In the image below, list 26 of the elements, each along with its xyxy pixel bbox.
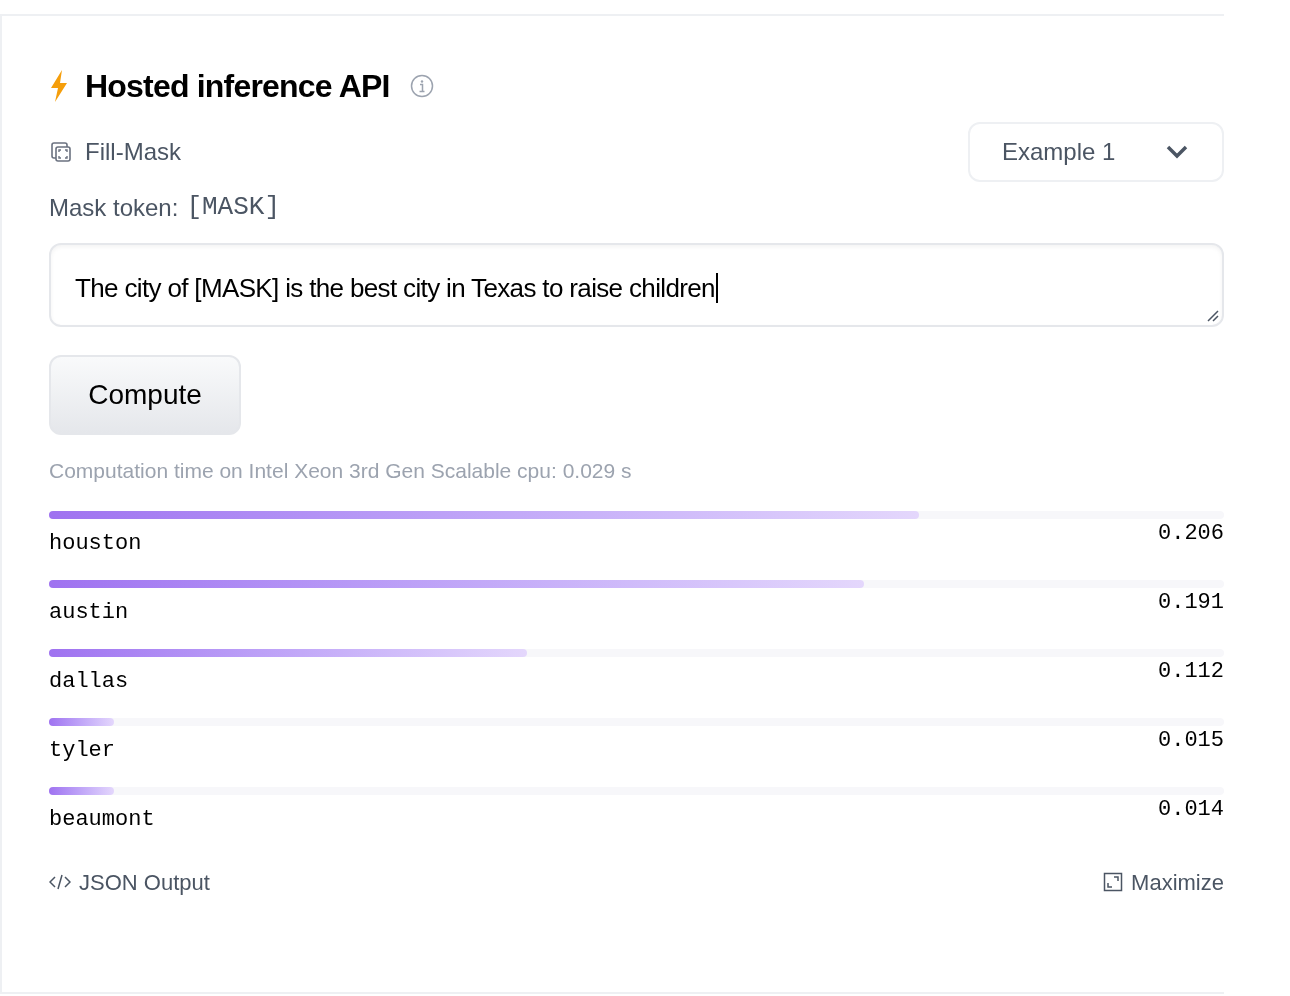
- compute-button[interactable]: Compute: [49, 355, 241, 435]
- resize-handle-icon[interactable]: [1206, 309, 1220, 323]
- lightning-icon: [49, 70, 69, 102]
- code-icon: [49, 874, 71, 890]
- section-title: Hosted inference API: [85, 67, 390, 106]
- result-label: dallas: [49, 667, 129, 696]
- mask-token: [MASK]: [186, 191, 280, 224]
- result-score: 0.206: [1158, 519, 1224, 548]
- mask-token-label: Mask token:: [49, 192, 179, 223]
- maximize-icon: [1103, 872, 1124, 892]
- examples-dropdown[interactable]: Example 1: [968, 122, 1224, 182]
- result-score: 0.015: [1158, 726, 1224, 755]
- chevron-down-icon: [1166, 145, 1188, 159]
- result-score: 0.112: [1158, 657, 1224, 686]
- task-label: Fill-Mask: [85, 137, 181, 167]
- result-score: 0.014: [1158, 795, 1224, 824]
- json-output-link[interactable]: JSON Output: [79, 865, 210, 899]
- computation-time: Computation time on Intel Xeon 3rd Gen Scalable cpu: 0.029 s: [49, 458, 633, 484]
- text-input[interactable]: The city of [MASK] is the best city in Texas to raise children: [49, 243, 1224, 327]
- result-score: 0.191: [1158, 588, 1224, 617]
- result-label: beaumont: [49, 805, 155, 834]
- maximize-link[interactable]: Maximize: [1131, 865, 1224, 899]
- result-label: tyler: [49, 736, 115, 765]
- result-label: austin: [49, 598, 129, 627]
- result-label: houston: [49, 529, 142, 558]
- fill-mask-icon: [49, 140, 73, 164]
